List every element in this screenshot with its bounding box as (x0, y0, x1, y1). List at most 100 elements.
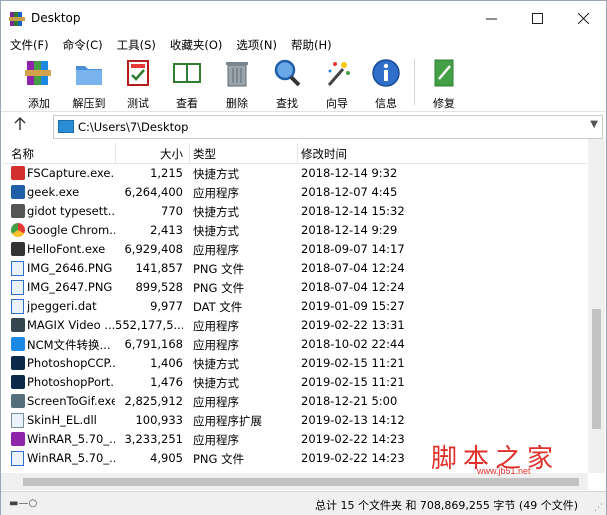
file-type: 应用程序扩展 (193, 414, 262, 428)
delete-trash-icon (226, 62, 248, 87)
watermark-url: www.jb51.net (477, 466, 531, 476)
file-row[interactable]: IMG_2646.PNG 141,857 PNG 文件 2018-07-04 12:2… (3, 259, 587, 278)
close-button[interactable] (560, 1, 606, 35)
add-button[interactable]: 添加 (15, 57, 63, 110)
file-row[interactable]: HelloFont.exe 6,929,408 应用程序 2018-09-07 14:… (3, 240, 587, 259)
file-name: PhotoshopPort... (27, 375, 115, 389)
column-header-name[interactable]: 名称 (11, 146, 34, 162)
wizard-button[interactable]: 向导 (313, 57, 361, 110)
address-field[interactable]: C:\Users\7\Desktop ▼ (53, 115, 603, 139)
file-row[interactable]: PhotoshopPort... 1,476 快捷方式 2019-02-15 11:2… (3, 373, 587, 392)
find-magnifier-icon (274, 59, 301, 87)
file-size: 1,215 (150, 166, 183, 180)
file-row[interactable]: FSCapture.exe.... 1,215 快捷方式 2018-12-14 9:3… (3, 164, 587, 183)
sort-ascending-icon: ⌃ (57, 143, 65, 150)
column-header-size[interactable]: 大小 (160, 146, 183, 162)
repair-button[interactable]: 修复 (420, 57, 468, 110)
file-type: 应用程序 (193, 433, 239, 447)
file-row[interactable]: IMG_2647.PNG 899,528 PNG 文件 2018-07-04 12:2… (3, 278, 587, 297)
screentogif-icon (11, 394, 25, 408)
extract-to-button[interactable]: 解压到 (65, 57, 113, 110)
column-header-modified[interactable]: 修改时间 (301, 146, 347, 162)
vertical-scroll-thumb[interactable] (592, 309, 601, 429)
ncm-converter-icon (11, 337, 25, 351)
chevron-down-icon[interactable]: ▼ (590, 119, 598, 130)
status-bar: ▬—○ 总计 15 个文件夹 和 708,869,255 字节 (49 个文件)… (1, 491, 606, 515)
file-name: PhotoshopCCP... (27, 356, 115, 370)
minimize-icon (485, 18, 497, 19)
png-file-icon (11, 280, 24, 295)
file-name: WinRAR_5.70_... (27, 432, 115, 446)
column-divider[interactable] (297, 143, 298, 163)
file-type: 快捷方式 (193, 357, 239, 371)
delete-button[interactable]: 删除 (213, 57, 261, 110)
maximize-button[interactable] (514, 1, 560, 35)
photoshop-icon (11, 375, 25, 389)
minimize-button[interactable] (468, 1, 514, 35)
photoshop-icon (11, 356, 25, 370)
file-size: 552,177,5... (115, 318, 183, 332)
file-modified: 2018-09-07 14:17 (301, 242, 405, 256)
png-file-icon (11, 261, 24, 276)
file-row[interactable]: SkinH_EL.dll 100,933 应用程序扩展 2019-02-13 14:1… (3, 411, 587, 430)
resize-grip-icon[interactable]: ⋰ (594, 503, 603, 513)
wizard-label: 向导 (326, 97, 348, 110)
menu-options[interactable]: 选项(N) (227, 35, 282, 55)
file-row[interactable]: PhotoshopCCP... 1,406 快捷方式 2019-02-15 11:21 (3, 354, 587, 373)
file-modified: 2019-01-09 15:27 (301, 299, 405, 313)
title-bar: Desktop (1, 1, 606, 35)
test-icon (127, 60, 149, 86)
menu-command[interactable]: 命令(C) (54, 35, 108, 55)
file-modified: 2018-07-04 12:24 (301, 280, 405, 294)
info-button[interactable]: 信息 (362, 57, 410, 110)
wizard-wand-icon (327, 62, 350, 86)
find-button[interactable]: 查找 (263, 57, 311, 110)
file-type: DAT 文件 (193, 300, 243, 314)
view-button[interactable]: 查看 (163, 57, 211, 110)
maximize-icon (531, 12, 543, 24)
menu-help[interactable]: 帮助(H) (282, 35, 337, 55)
file-modified: 2018-12-14 15:32 (301, 204, 405, 218)
menu-file[interactable]: 文件(F) (1, 35, 54, 55)
add-archive-icon (25, 61, 51, 85)
menu-tools[interactable]: 工具(S) (108, 35, 161, 55)
winrar-app-icon (11, 432, 25, 446)
file-type: 应用程序 (193, 319, 239, 333)
file-modified: 2018-12-14 9:29 (301, 223, 398, 237)
file-size: 1,406 (150, 356, 183, 370)
file-row[interactable]: jpeggeri.dat 9,977 DAT 文件 2019-01-09 15:27 (3, 297, 587, 316)
info-icon (372, 59, 400, 87)
vertical-scrollbar[interactable] (588, 139, 605, 473)
file-modified: 2019-02-15 11:21 (301, 356, 405, 370)
extract-to-icon (76, 66, 102, 85)
file-modified: 2019-02-22 14:23 (301, 432, 405, 446)
file-type: 应用程序 (193, 243, 239, 257)
close-icon (577, 12, 589, 24)
file-row[interactable]: geek.exe 6,264,400 应用程序 2018-12-07 4:45 (3, 183, 587, 202)
geek-app-icon (11, 185, 25, 199)
file-row[interactable]: NCM文件转换... 6,791,168 应用程序 2018-10-02 22:44 (3, 335, 587, 354)
file-size: 6,791,168 (124, 337, 183, 351)
file-name: NCM文件转换... (27, 338, 111, 352)
view-label: 查看 (176, 97, 198, 110)
column-divider[interactable] (189, 143, 190, 163)
file-modified: 2019-02-22 13:31 (301, 318, 405, 332)
file-type: 快捷方式 (193, 205, 239, 219)
menu-favorites[interactable]: 收藏夹(O) (161, 35, 228, 55)
horizontal-scroll-thumb[interactable] (23, 478, 579, 486)
file-modified: 2018-12-14 9:32 (301, 166, 398, 180)
up-folder-button[interactable] (11, 117, 29, 135)
file-row[interactable]: Google Chrom... 2,413 快捷方式 2018-12-14 9:29 (3, 221, 587, 240)
file-modified: 2019-02-22 14:23 (301, 451, 405, 465)
computer-icon (58, 120, 74, 133)
column-divider[interactable] (115, 143, 116, 163)
file-row[interactable]: MAGIX Video ... 552,177,5... 应用程序 2019-02-2… (3, 316, 587, 335)
file-modified: 2018-12-07 4:45 (301, 185, 398, 199)
file-name: MAGIX Video ... (27, 318, 115, 332)
test-button[interactable]: 测试 (114, 57, 162, 110)
dll-file-icon (11, 413, 24, 428)
file-row[interactable]: gidot typesett... 770 快捷方式 2018-12-14 15:32 (3, 202, 587, 221)
column-header-type[interactable]: 类型 (193, 146, 216, 162)
file-list: 名称 ⌃ 大小 类型 修改时间 FSCapture.exe.... 1,215 快捷… (3, 143, 587, 473)
file-row[interactable]: ScreenToGif.exe 2,825,912 应用程序 2018-12-21 5… (3, 392, 587, 411)
